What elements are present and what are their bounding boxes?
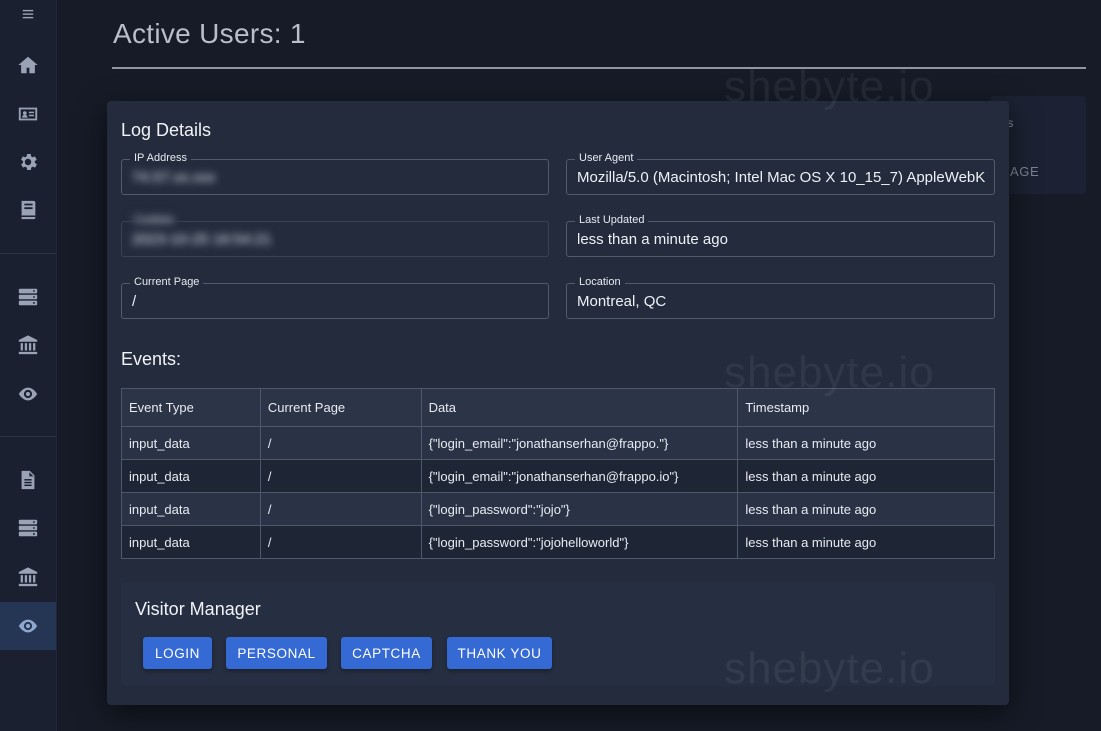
eye-icon — [17, 383, 39, 405]
visitor-manager-panel: Visitor Manager LOGIN PERSONAL CAPTCHA T… — [121, 582, 995, 686]
cell-timestamp: less than a minute ago — [737, 459, 995, 493]
last-updated-label: Last Updated — [575, 214, 649, 226]
column-header-current-page: Current Page — [259, 388, 422, 427]
ip-address-label: IP Address — [130, 152, 191, 164]
cell-event-type: input_data — [121, 492, 261, 526]
cell-timestamp: less than a minute ago — [737, 426, 995, 460]
log-details-modal: Log Details IP Address 74.57.xx.xxx User… — [107, 101, 1009, 705]
location-label: Location — [575, 276, 625, 288]
sidebar-item-visitors-active[interactable] — [0, 602, 56, 650]
book-icon — [17, 199, 39, 221]
home-icon — [17, 54, 39, 76]
captcha-button[interactable]: CAPTCHA — [341, 637, 432, 669]
cell-timestamp: less than a minute ago — [737, 492, 995, 526]
bank-icon — [17, 566, 39, 588]
cell-current-page: / — [259, 492, 422, 526]
cell-event-type: input_data — [121, 426, 261, 460]
events-table: Event Type Current Page Data Timestamp i… — [121, 388, 995, 559]
bank-icon — [17, 334, 39, 356]
cell-current-page: / — [259, 459, 422, 493]
cell-data: {"login_password":"jojohelloworld"} — [420, 525, 739, 559]
personal-button[interactable]: PERSONAL — [226, 637, 327, 669]
gear-icon — [17, 151, 39, 173]
eye-icon — [17, 615, 39, 637]
document-icon — [17, 469, 39, 491]
page-title: Active Users: 1 — [113, 18, 306, 49]
table-row: input_data / {"login_email":"jonathanser… — [121, 459, 995, 493]
table-row: input_data / {"login_password":"jojohell… — [121, 525, 995, 559]
sidebar-divider — [0, 253, 56, 254]
table-row: input_data / {"login_email":"jonathanser… — [121, 426, 995, 460]
table-header-row: Event Type Current Page Data Timestamp — [121, 388, 995, 427]
location-value: Montreal, QC — [577, 293, 667, 310]
sidebar-item-servers-2[interactable] — [0, 504, 56, 552]
blurred-label: Cookies — [130, 214, 178, 226]
cell-data: {"login_email":"jonathanserhan@frappo."} — [420, 426, 739, 460]
cell-event-type: input_data — [121, 525, 261, 559]
sidebar-item-logs[interactable] — [0, 456, 56, 504]
server-icon — [17, 517, 39, 539]
id-card-icon — [17, 103, 39, 125]
title-divider — [112, 67, 1086, 69]
column-header-data: Data — [420, 388, 739, 427]
sidebar-item-servers[interactable] — [0, 273, 56, 321]
sidebar-item-banks[interactable] — [0, 321, 56, 369]
cell-current-page: / — [259, 426, 422, 460]
column-header-event-type: Event Type — [121, 388, 261, 427]
cell-data: {"login_email":"jonathanserhan@frappo.io… — [420, 459, 739, 493]
modal-title: Log Details — [121, 120, 212, 140]
user-agent-field[interactable]: User Agent Mozilla/5.0 (Macintosh; Intel… — [566, 152, 995, 195]
location-field[interactable]: Location Montreal, QC — [566, 276, 995, 319]
events-heading: Events: — [121, 349, 182, 369]
cell-data: {"login_password":"jojo"} — [420, 492, 739, 526]
current-page-value: / — [132, 293, 137, 310]
thank-you-button[interactable]: THANK YOU — [447, 637, 552, 669]
sidebar — [0, 0, 57, 731]
column-header-timestamp: Timestamp — [737, 388, 995, 427]
table-row: input_data / {"login_password":"jojo"} l… — [121, 492, 995, 526]
sidebar-item-settings[interactable] — [0, 138, 56, 186]
blurred-value: 2023-10-25 16:54:21 — [132, 231, 272, 248]
current-page-field[interactable]: Current Page / — [121, 276, 549, 319]
sidebar-item-home[interactable] — [0, 41, 56, 89]
sidebar-item-banks-2[interactable] — [0, 553, 56, 601]
sidebar-item-monitor[interactable] — [0, 370, 56, 418]
user-agent-value: Mozilla/5.0 (Macintosh; Intel Mac OS X 1… — [577, 169, 986, 186]
sidebar-item-docs[interactable] — [0, 186, 56, 234]
last-updated-field[interactable]: Last Updated less than a minute ago — [566, 214, 995, 257]
server-icon — [17, 286, 39, 308]
menu-icon — [21, 7, 35, 21]
ip-address-field[interactable]: IP Address 74.57.xx.xxx — [121, 152, 549, 195]
sidebar-item-profile[interactable] — [0, 90, 56, 138]
user-agent-label: User Agent — [575, 152, 638, 164]
cell-timestamp: less than a minute ago — [737, 525, 995, 559]
current-page-label: Current Page — [130, 276, 204, 288]
login-button[interactable]: LOGIN — [143, 637, 212, 669]
last-updated-value: less than a minute ago — [577, 231, 728, 248]
ip-address-value: 74.57.xx.xxx — [132, 169, 216, 186]
cell-event-type: input_data — [121, 459, 261, 493]
blurred-field[interactable]: Cookies 2023-10-25 16:54:21 — [121, 214, 549, 257]
cell-current-page: / — [259, 525, 422, 559]
visitor-manager-title: Visitor Manager — [135, 599, 261, 619]
sidebar-divider — [0, 436, 56, 437]
menu-toggle-button[interactable] — [0, 0, 56, 38]
